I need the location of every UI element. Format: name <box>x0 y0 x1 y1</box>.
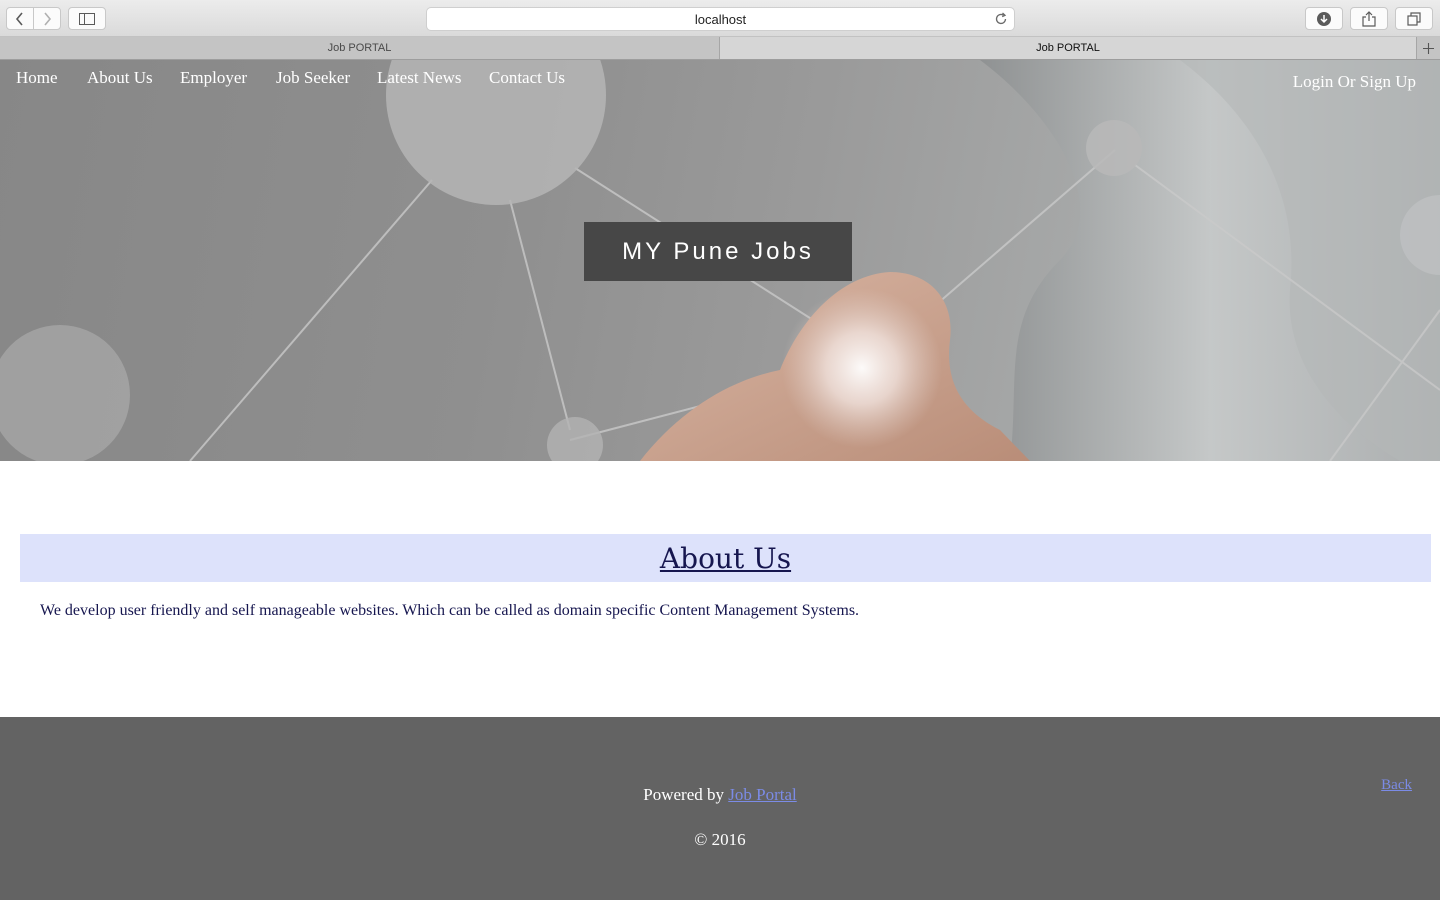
page-title: About Us <box>659 541 792 575</box>
login-signup-link[interactable]: Login Or Sign Up <box>1293 72 1416 92</box>
footer: Powered by Job Portal © 2016 Back <box>0 717 1440 900</box>
forward-arrow-icon[interactable] <box>33 8 60 29</box>
tab-label: Job PORTAL <box>1036 42 1100 54</box>
copyright: © 2016 <box>694 830 746 849</box>
share-icon[interactable] <box>1350 7 1388 30</box>
back-arrow-icon[interactable] <box>7 8 33 29</box>
download-icon[interactable] <box>1305 7 1343 30</box>
powered-by: Powered by Job Portal <box>0 785 1440 805</box>
nav-home[interactable]: Home <box>16 68 58 88</box>
hero-banner: Home About Us Employer Job Seeker Latest… <box>0 60 1440 461</box>
nav-about-us[interactable]: About Us <box>87 68 153 88</box>
tab-job-portal-1[interactable]: Job PORTAL <box>0 37 720 59</box>
tab-bar: Job PORTAL Job PORTAL <box>0 37 1440 60</box>
about-heading-band: About Us <box>20 534 1431 582</box>
back-link[interactable]: Back <box>1381 777 1412 794</box>
nav-contact-us[interactable]: Contact Us <box>489 68 565 88</box>
tab-job-portal-2[interactable]: Job PORTAL <box>720 37 1416 59</box>
sidebar-icon[interactable] <box>68 7 106 30</box>
history-nav <box>6 7 61 30</box>
tab-label: Job PORTAL <box>327 42 392 54</box>
reload-icon[interactable] <box>994 12 1008 29</box>
browser-toolbar: localhost <box>0 0 1440 37</box>
url-text: localhost <box>694 11 747 27</box>
about-description: We develop user friendly and self manage… <box>40 602 860 619</box>
plus-icon[interactable] <box>1416 37 1440 59</box>
powered-prefix: Powered by <box>643 785 729 804</box>
address-bar[interactable]: localhost <box>426 7 1015 31</box>
job-portal-link[interactable]: Job Portal <box>728 785 796 804</box>
site-brand: MY Pune Jobs <box>584 222 852 281</box>
tabs-overview-icon[interactable] <box>1395 7 1433 30</box>
nav-job-seeker[interactable]: Job Seeker <box>276 68 350 88</box>
nav-latest-news[interactable]: Latest News <box>377 68 462 88</box>
nav-employer[interactable]: Employer <box>180 68 247 88</box>
